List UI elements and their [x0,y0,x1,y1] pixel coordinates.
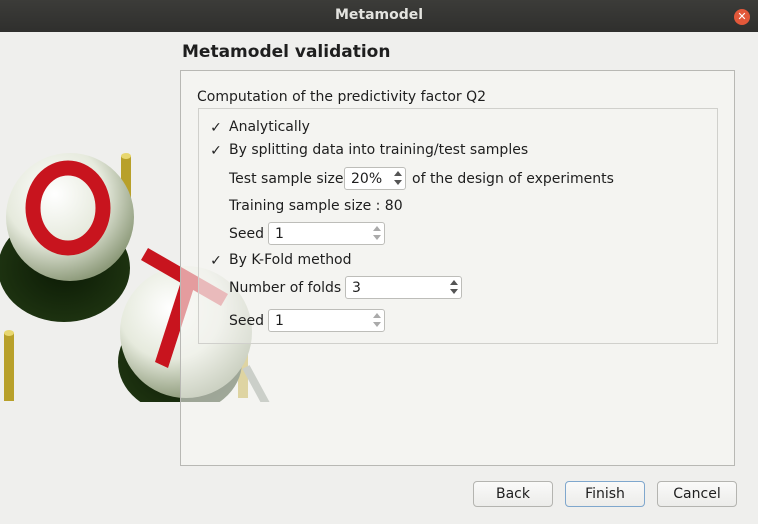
split-seed-spinbox[interactable]: 1 [268,222,385,245]
spin-down-icon[interactable] [373,322,381,327]
kfold-seed-spinbox[interactable]: 1 [268,309,385,332]
training-sample-size-text: Training sample size : 80 [229,198,403,214]
number-of-folds-arrows[interactable] [447,277,461,298]
test-sample-size-suffix: of the design of experiments [412,171,614,187]
kfold-checkbox[interactable]: ✓ [208,253,224,269]
cancel-button[interactable]: Cancel [657,481,737,507]
splitting-checkbox[interactable]: ✓ [208,143,224,159]
back-button[interactable]: Back [473,481,553,507]
spin-down-icon[interactable] [394,180,402,185]
spin-up-icon[interactable] [373,226,381,231]
analytically-checkbox[interactable]: ✓ [208,120,224,136]
analytically-label: Analytically [229,119,310,135]
close-icon[interactable]: ✕ [734,9,750,25]
split-seed-label: Seed [229,226,264,242]
kfold-label: By K-Fold method [229,252,352,268]
split-seed-arrows[interactable] [370,223,384,244]
q2-group-title: Computation of the predictivity factor Q… [197,89,487,105]
kfold-seed-label: Seed [229,313,264,329]
kfold-seed-value[interactable]: 1 [275,313,284,329]
test-sample-size-value[interactable]: 20% [351,171,382,187]
split-seed-value[interactable]: 1 [275,226,284,242]
spin-down-icon[interactable] [373,235,381,240]
number-of-folds-label: Number of folds [229,280,342,296]
spin-up-icon[interactable] [394,171,402,176]
test-sample-size-arrows[interactable] [391,168,405,189]
number-of-folds-spinbox[interactable]: 3 [345,276,462,299]
window-title: Metamodel [334,7,424,23]
splitting-label: By splitting data into training/test sam… [229,142,529,158]
test-sample-size-label: Test sample size [229,171,344,187]
test-sample-size-spinbox[interactable]: 20% [344,167,406,190]
page-title: Metamodel validation [182,42,391,62]
title-bar: Metamodel ✕ [0,0,758,32]
spin-up-icon[interactable] [373,313,381,318]
finish-button[interactable]: Finish [565,481,645,507]
spin-up-icon[interactable] [450,280,458,285]
spin-down-icon[interactable] [450,289,458,294]
kfold-seed-arrows[interactable] [370,310,384,331]
number-of-folds-value[interactable]: 3 [352,280,361,296]
